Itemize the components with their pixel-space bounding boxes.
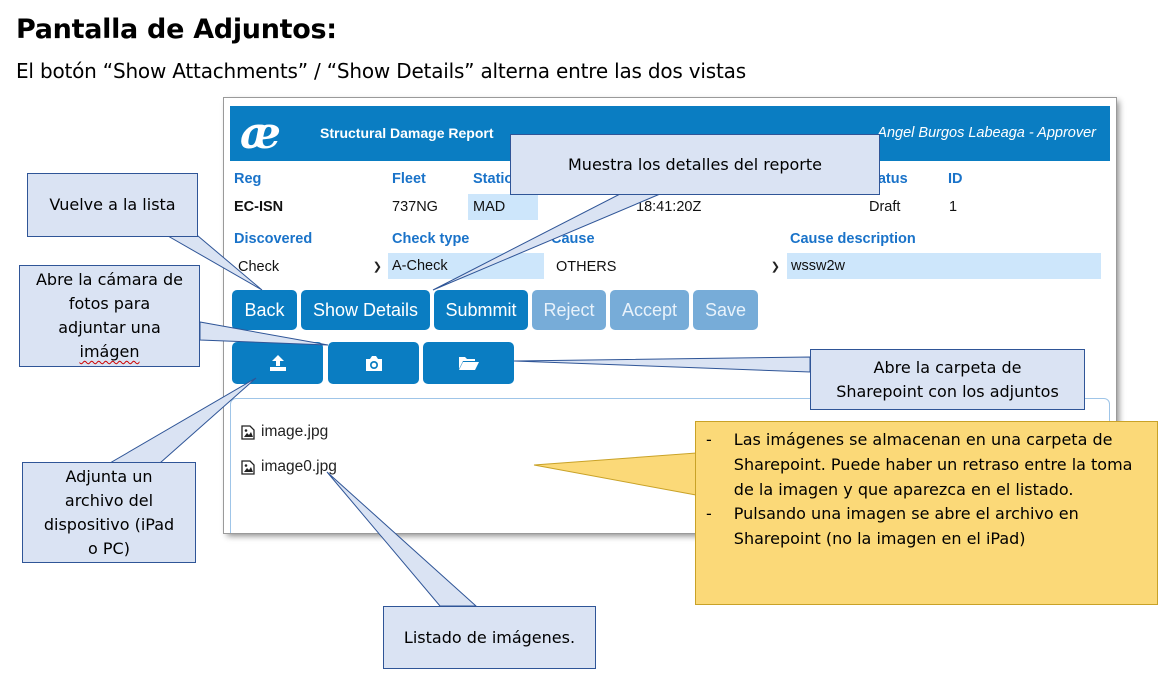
- bullet-dash: -: [706, 430, 712, 449]
- callout-camara-line: imágen: [79, 342, 140, 361]
- note-item: - Las imágenes se almacenan en una carpe…: [706, 428, 1143, 502]
- callout-notas: - Las imágenes se almacenan en una carpe…: [695, 421, 1158, 605]
- bullet-dash: -: [706, 504, 712, 524]
- callout-camara: Abre la cámara de fotos para adjuntar un…: [19, 265, 200, 367]
- callout-adjunta-line: dispositivo (iPad: [43, 514, 175, 534]
- callout-adjunta-line: archivo del: [64, 490, 154, 510]
- pointer-camara: [199, 321, 329, 346]
- note-text: Pulsando una imagen se abre el archivo e…: [733, 504, 1079, 549]
- pointer-listado: [326, 471, 478, 607]
- callout-carpeta-line: Abre la carpeta de: [873, 357, 1022, 377]
- callout-listado: Listado de imágenes.: [383, 606, 596, 669]
- callout-adjunta: Adjunta un archivo del dispositivo (iPad…: [22, 462, 196, 563]
- note-item: - Pulsando una imagen se abre el archivo…: [706, 502, 1143, 552]
- callout-adjunta-line: o PC): [88, 538, 130, 558]
- callout-camara-line: adjuntar una: [58, 318, 161, 337]
- callout-detalles: Muestra los detalles del reporte: [510, 134, 880, 195]
- pointer-detalles: [432, 193, 661, 291]
- callout-adjunta-line: Adjunta un: [65, 466, 153, 486]
- note-text: Las imágenes se almacenan en una carpeta…: [733, 430, 1133, 499]
- callout-carpeta: Abre la carpeta de Sharepoint con los ad…: [810, 349, 1085, 410]
- pointer-adjunta: [108, 377, 257, 464]
- callout-lista: Vuelve a la lista: [27, 173, 198, 237]
- pointer-carpeta: [513, 356, 811, 373]
- pointer-notas: [533, 452, 697, 496]
- callout-camara-line: Abre la cámara de: [35, 270, 184, 289]
- callout-carpeta-line: Sharepoint con los adjuntos: [836, 381, 1059, 401]
- callout-camara-line: fotos para: [68, 294, 151, 313]
